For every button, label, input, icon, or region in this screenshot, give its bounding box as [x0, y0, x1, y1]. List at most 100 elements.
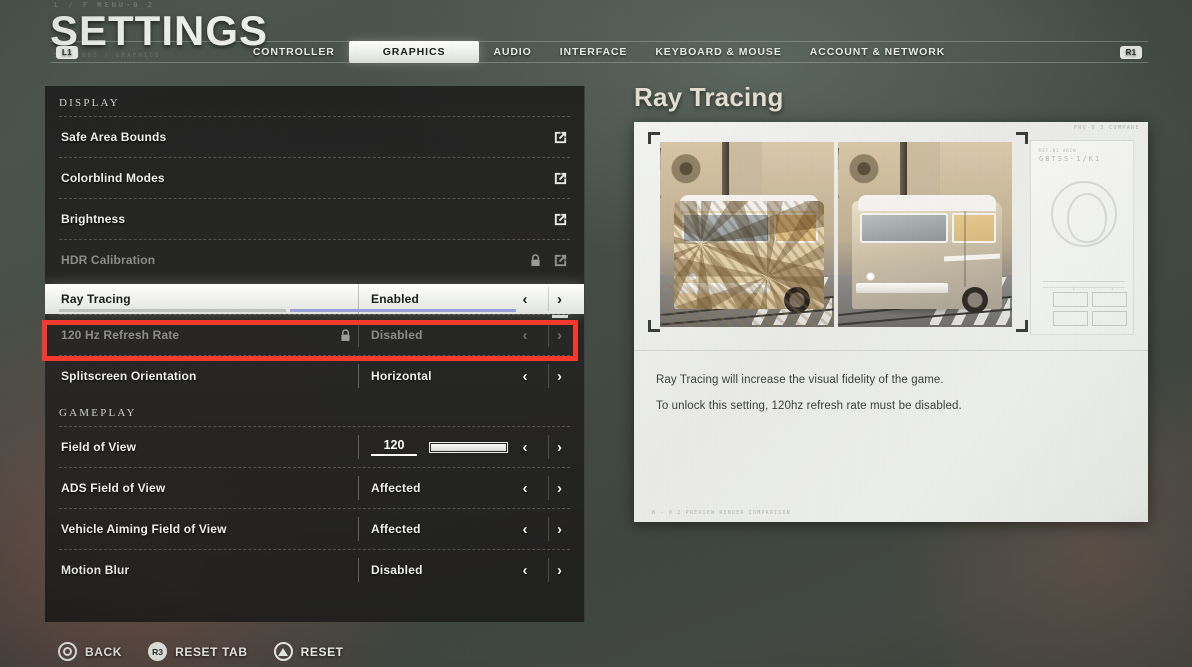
tab-l1[interactable]: L1 — [50, 41, 84, 63]
setting-value: Affected — [371, 481, 421, 495]
bumper-key-icon: L1 — [56, 45, 78, 59]
tab-r1[interactable]: R1 — [1114, 41, 1148, 63]
external-link-icon — [554, 131, 567, 143]
setting-value-block: Disabled ‹ › — [358, 558, 570, 582]
setting-row-field-of-view[interactable]: Field of View 120 ‹ › — [59, 426, 570, 467]
setting-row-brightness[interactable]: Brightness — [59, 198, 570, 239]
footer-action-back[interactable]: BACK — [58, 642, 122, 661]
value-stepper: ‹ › — [514, 517, 570, 541]
external-link-icon — [554, 254, 567, 266]
value-stepper: ‹ › — [514, 558, 570, 582]
preview-code-label: PRV-0 3 COMPARE — [1073, 125, 1140, 131]
chevron-right-icon[interactable]: › — [548, 476, 570, 500]
value-stepper: ‹ › — [514, 323, 570, 347]
open-submenu-icon[interactable] — [548, 212, 570, 227]
settings-list-panel: DISPLAY Safe Area Bounds Colorblind Modes B… — [45, 86, 585, 622]
chevron-left-icon[interactable]: ‹ — [514, 435, 536, 459]
value-stepper: ‹ › — [514, 476, 570, 500]
checkbox-icon — [1092, 292, 1127, 307]
setting-label: Brightness — [61, 212, 126, 226]
blueprint-glyph-icon — [1073, 272, 1113, 290]
tab-label: GRAPHICS — [382, 46, 446, 58]
open-submenu-icon[interactable] — [548, 130, 570, 145]
open-submenu-icon — [548, 253, 570, 268]
selection-progress-indicator — [59, 309, 516, 312]
setting-value: Horizontal — [371, 369, 432, 383]
setting-row-ray-tracing[interactable]: Ray Tracing Enabled ‹ › — [45, 284, 584, 318]
crop-corner-icon — [648, 320, 660, 332]
setting-row-safe-area-bounds[interactable]: Safe Area Bounds — [59, 116, 570, 157]
setting-value-block: 120 ‹ › — [358, 435, 570, 459]
blueprint-checkbox-grid — [1053, 292, 1127, 326]
crop-corner-icon — [1016, 132, 1028, 144]
setting-label: ADS Field of View — [61, 481, 166, 495]
chevron-left-icon[interactable]: ‹ — [514, 517, 536, 541]
external-link-icon — [554, 172, 567, 184]
preview-image-area: PRV-0 3 COMPARE REF.01 ARCH GBTSS-1/K1 — [634, 122, 1148, 342]
setting-row-vehicle-aiming-field-of-view[interactable]: Vehicle Aiming Field of View Affected ‹ › — [59, 508, 570, 549]
setting-value: Disabled — [371, 563, 423, 577]
seal-icon — [1051, 181, 1117, 247]
tab-audio[interactable]: AUDIO — [479, 41, 545, 63]
chevron-right-icon[interactable]: › — [548, 517, 570, 541]
setting-row-hdr-calibration: HDR Calibration — [59, 239, 570, 280]
chevron-right-icon[interactable]: › — [548, 558, 570, 582]
setting-row-ads-field-of-view[interactable]: ADS Field of View Affected ‹ › — [59, 467, 570, 508]
chevron-right-icon[interactable]: › — [548, 287, 570, 311]
setting-value: Disabled — [371, 328, 423, 342]
chevron-right-icon[interactable]: › — [548, 364, 570, 388]
tab-label: KEYBOARD & MOUSE — [655, 46, 782, 58]
preview-footer-code: B - 0 2 PREVIEW RENDER COMPARISON — [652, 510, 791, 516]
chevron-right-icon[interactable]: › — [548, 435, 570, 459]
tab-interface[interactable]: INTERFACE — [546, 41, 642, 63]
tab-account-network[interactable]: ACCOUNT & NETWORK — [796, 41, 959, 63]
preview-image-raytracing-on — [660, 142, 834, 327]
tab-controller[interactable]: CONTROLLER — [239, 41, 349, 63]
comparison-images — [660, 142, 1012, 327]
setting-label: Vehicle Aiming Field of View — [61, 522, 227, 536]
chevron-left-icon[interactable]: ‹ — [514, 364, 536, 388]
chevron-right-icon: › — [548, 323, 570, 347]
footer-action-reset[interactable]: RESET — [273, 642, 344, 661]
tab-label: ACCOUNT & NETWORK — [809, 46, 946, 58]
setting-label: Safe Area Bounds — [61, 130, 167, 144]
setting-label: Motion Blur — [61, 563, 130, 577]
group-header-display: DISPLAY — [59, 97, 120, 109]
chevron-left-icon[interactable]: ‹ — [514, 476, 536, 500]
tab-keyboard-mouse[interactable]: KEYBOARD & MOUSE — [641, 41, 795, 63]
footer-action-label: BACK — [85, 644, 123, 659]
footer-action-reset-tab[interactable]: R3 RESET TAB — [148, 642, 248, 661]
checkbox-icon — [1092, 311, 1127, 326]
settings-tabbar: L1 CONTROLLER GRAPHICS AUDIO INTERFACE KEYBOA… — [50, 41, 1148, 63]
setting-row-splitscreen-orientation[interactable]: Splitscreen Orientation Horizontal ‹ › — [59, 355, 570, 396]
value-stepper: ‹ › — [514, 287, 570, 311]
chevron-left-icon: ‹ — [522, 326, 528, 344]
stamp-code-small: REF.01 ARCH — [1039, 148, 1077, 153]
external-link-icon — [554, 213, 567, 225]
footer-action-label: RESET — [300, 644, 344, 659]
chevron-left-icon[interactable]: ‹ — [514, 558, 536, 582]
setting-label: Colorblind Modes — [61, 171, 165, 185]
circle-button-icon — [58, 642, 77, 661]
setting-value: Affected — [371, 522, 421, 536]
footer-action-label: RESET TAB — [175, 644, 248, 659]
setting-row-motion-blur[interactable]: Motion Blur Disabled ‹ › — [59, 549, 570, 590]
setting-row-colorblind-modes[interactable]: Colorblind Modes — [59, 157, 570, 198]
crop-corner-icon — [648, 132, 660, 144]
triangle-button-icon — [273, 642, 293, 661]
setting-value-block: Disabled ‹ › — [358, 323, 570, 347]
setting-label: HDR Calibration — [61, 253, 156, 267]
tab-label: CONTROLLER — [252, 46, 335, 58]
slider-fill — [431, 443, 506, 451]
lock-icon — [336, 328, 354, 342]
setting-label: 120 Hz Refresh Rate — [61, 328, 180, 342]
open-submenu-icon[interactable] — [548, 171, 570, 186]
button-glyph-label: R3 — [152, 646, 164, 657]
chevron-left-icon[interactable]: ‹ — [514, 287, 536, 311]
group-header-gameplay: GAMEPLAY — [59, 407, 137, 419]
tab-graphics[interactable]: GRAPHICS — [348, 41, 480, 63]
preview-image-raytracing-off — [838, 142, 1012, 327]
preview-card: PRV-0 3 COMPARE REF.01 ARCH GBTSS-1/K1 R… — [634, 122, 1148, 522]
value-stepper: ‹ › — [514, 364, 570, 388]
field-of-view-slider[interactable] — [429, 441, 508, 453]
